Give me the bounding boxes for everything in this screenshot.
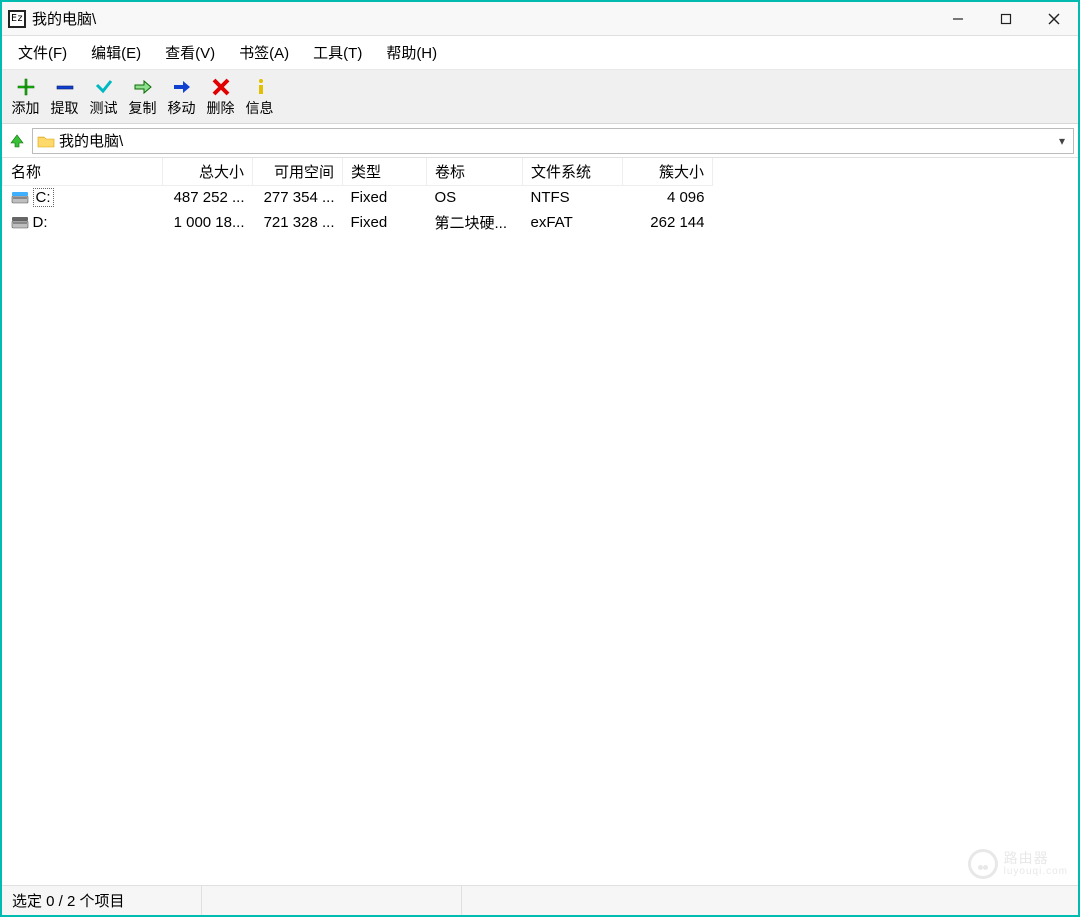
menu-bookmark[interactable]: 书签(A) — [229, 38, 299, 67]
toolbar-copy-button[interactable]: 复制 — [123, 75, 162, 118]
check-icon — [94, 77, 114, 100]
cell-cluster: 4 096 — [623, 186, 713, 210]
toolbar-test-label: 测试 — [90, 100, 118, 117]
row-name-label: D: — [33, 214, 48, 231]
toolbar-copy-label: 复制 — [129, 100, 157, 117]
cell-free_space: 721 328 ... — [253, 210, 343, 235]
path-combobox[interactable]: 我的电脑\ ▾ — [32, 128, 1074, 154]
col-name[interactable]: 名称 — [3, 158, 163, 186]
cell-name: C: — [3, 186, 163, 210]
toolbar-extract-button[interactable]: 提取 — [45, 75, 84, 118]
window-title: 我的电脑\ — [32, 8, 934, 29]
menu-tools[interactable]: 工具(T) — [303, 38, 372, 67]
cell-filesystem: exFAT — [523, 210, 623, 235]
menubar: 文件(F) 编辑(E) 查看(V) 书签(A) 工具(T) 帮助(H) — [2, 36, 1078, 70]
cell-cluster: 262 144 — [623, 210, 713, 235]
toolbar-move-label: 移动 — [168, 100, 196, 117]
toolbar-delete-button[interactable]: 删除 — [201, 75, 240, 118]
titlebar: Ez 我的电脑\ — [2, 2, 1078, 36]
menu-file[interactable]: 文件(F) — [8, 38, 77, 67]
cell-filesystem: NTFS — [523, 186, 623, 210]
disk-icon — [11, 191, 29, 205]
toolbar-extract-label: 提取 — [51, 100, 79, 117]
col-filesystem[interactable]: 文件系统 — [523, 158, 623, 186]
toolbar-test-button[interactable]: 测试 — [84, 75, 123, 118]
arrow-right-outline-icon — [133, 77, 153, 100]
col-cluster[interactable]: 簇大小 — [623, 158, 713, 186]
cell-free_space: 277 354 ... — [253, 186, 343, 210]
up-button[interactable] — [6, 130, 28, 152]
toolbar: 添加 提取 测试 复制 移动 删除 信息 — [2, 70, 1078, 124]
window-controls — [934, 2, 1078, 35]
cell-name: D: — [3, 210, 163, 235]
menu-edit[interactable]: 编辑(E) — [81, 38, 151, 67]
toolbar-info-button[interactable]: 信息 — [240, 75, 279, 118]
cell-label: 第二块硬... — [427, 210, 523, 235]
chevron-down-icon[interactable]: ▾ — [1055, 134, 1069, 148]
cell-type: Fixed — [343, 186, 427, 210]
cell-total_size: 487 252 ... — [163, 186, 253, 210]
disk-icon — [11, 216, 29, 230]
cell-type: Fixed — [343, 210, 427, 235]
close-button[interactable] — [1030, 2, 1078, 35]
x-icon — [211, 77, 231, 100]
maximize-button[interactable] — [982, 2, 1030, 35]
arrow-right-icon — [172, 77, 192, 100]
col-free-space[interactable]: 可用空间 — [253, 158, 343, 186]
toolbar-add-button[interactable]: 添加 — [6, 75, 45, 118]
info-icon — [250, 77, 270, 100]
plus-icon — [16, 77, 36, 100]
cell-label: OS — [427, 186, 523, 210]
app-icon: Ez — [8, 10, 26, 28]
status-cell-3 — [462, 886, 1078, 915]
minimize-button[interactable] — [934, 2, 982, 35]
toolbar-delete-label: 删除 — [207, 100, 235, 117]
app-window: Ez 我的电脑\ 文件(F) 编辑(E) 查看(V) 书签(A) 工具(T) 帮… — [0, 0, 1080, 917]
col-label[interactable]: 卷标 — [427, 158, 523, 186]
status-selection: 选定 0 / 2 个项目 — [2, 886, 202, 915]
folder-icon — [37, 134, 55, 148]
table-row[interactable]: C: 487 252 ...277 354 ...FixedOSNTFS4 096 — [3, 186, 713, 210]
path-text: 我的电脑\ — [59, 130, 1055, 151]
col-type[interactable]: 类型 — [343, 158, 427, 186]
minus-icon — [55, 77, 75, 100]
pathbar: 我的电脑\ ▾ — [2, 124, 1078, 158]
toolbar-info-label: 信息 — [246, 100, 274, 117]
toolbar-add-label: 添加 — [12, 100, 40, 117]
column-headers: 名称 总大小 可用空间 类型 卷标 文件系统 簇大小 — [3, 158, 713, 186]
file-list[interactable]: 名称 总大小 可用空间 类型 卷标 文件系统 簇大小 C: 487 252 ...… — [2, 158, 1078, 885]
col-total-size[interactable]: 总大小 — [163, 158, 253, 186]
cell-total_size: 1 000 18... — [163, 210, 253, 235]
status-cell-2 — [202, 886, 462, 915]
table-row[interactable]: D: 1 000 18...721 328 ...Fixed第二块硬...exFA… — [3, 210, 713, 235]
toolbar-move-button[interactable]: 移动 — [162, 75, 201, 118]
row-name-label: C: — [33, 188, 54, 207]
menu-help[interactable]: 帮助(H) — [376, 38, 447, 67]
menu-view[interactable]: 查看(V) — [155, 38, 225, 67]
statusbar: 选定 0 / 2 个项目 — [2, 885, 1078, 915]
